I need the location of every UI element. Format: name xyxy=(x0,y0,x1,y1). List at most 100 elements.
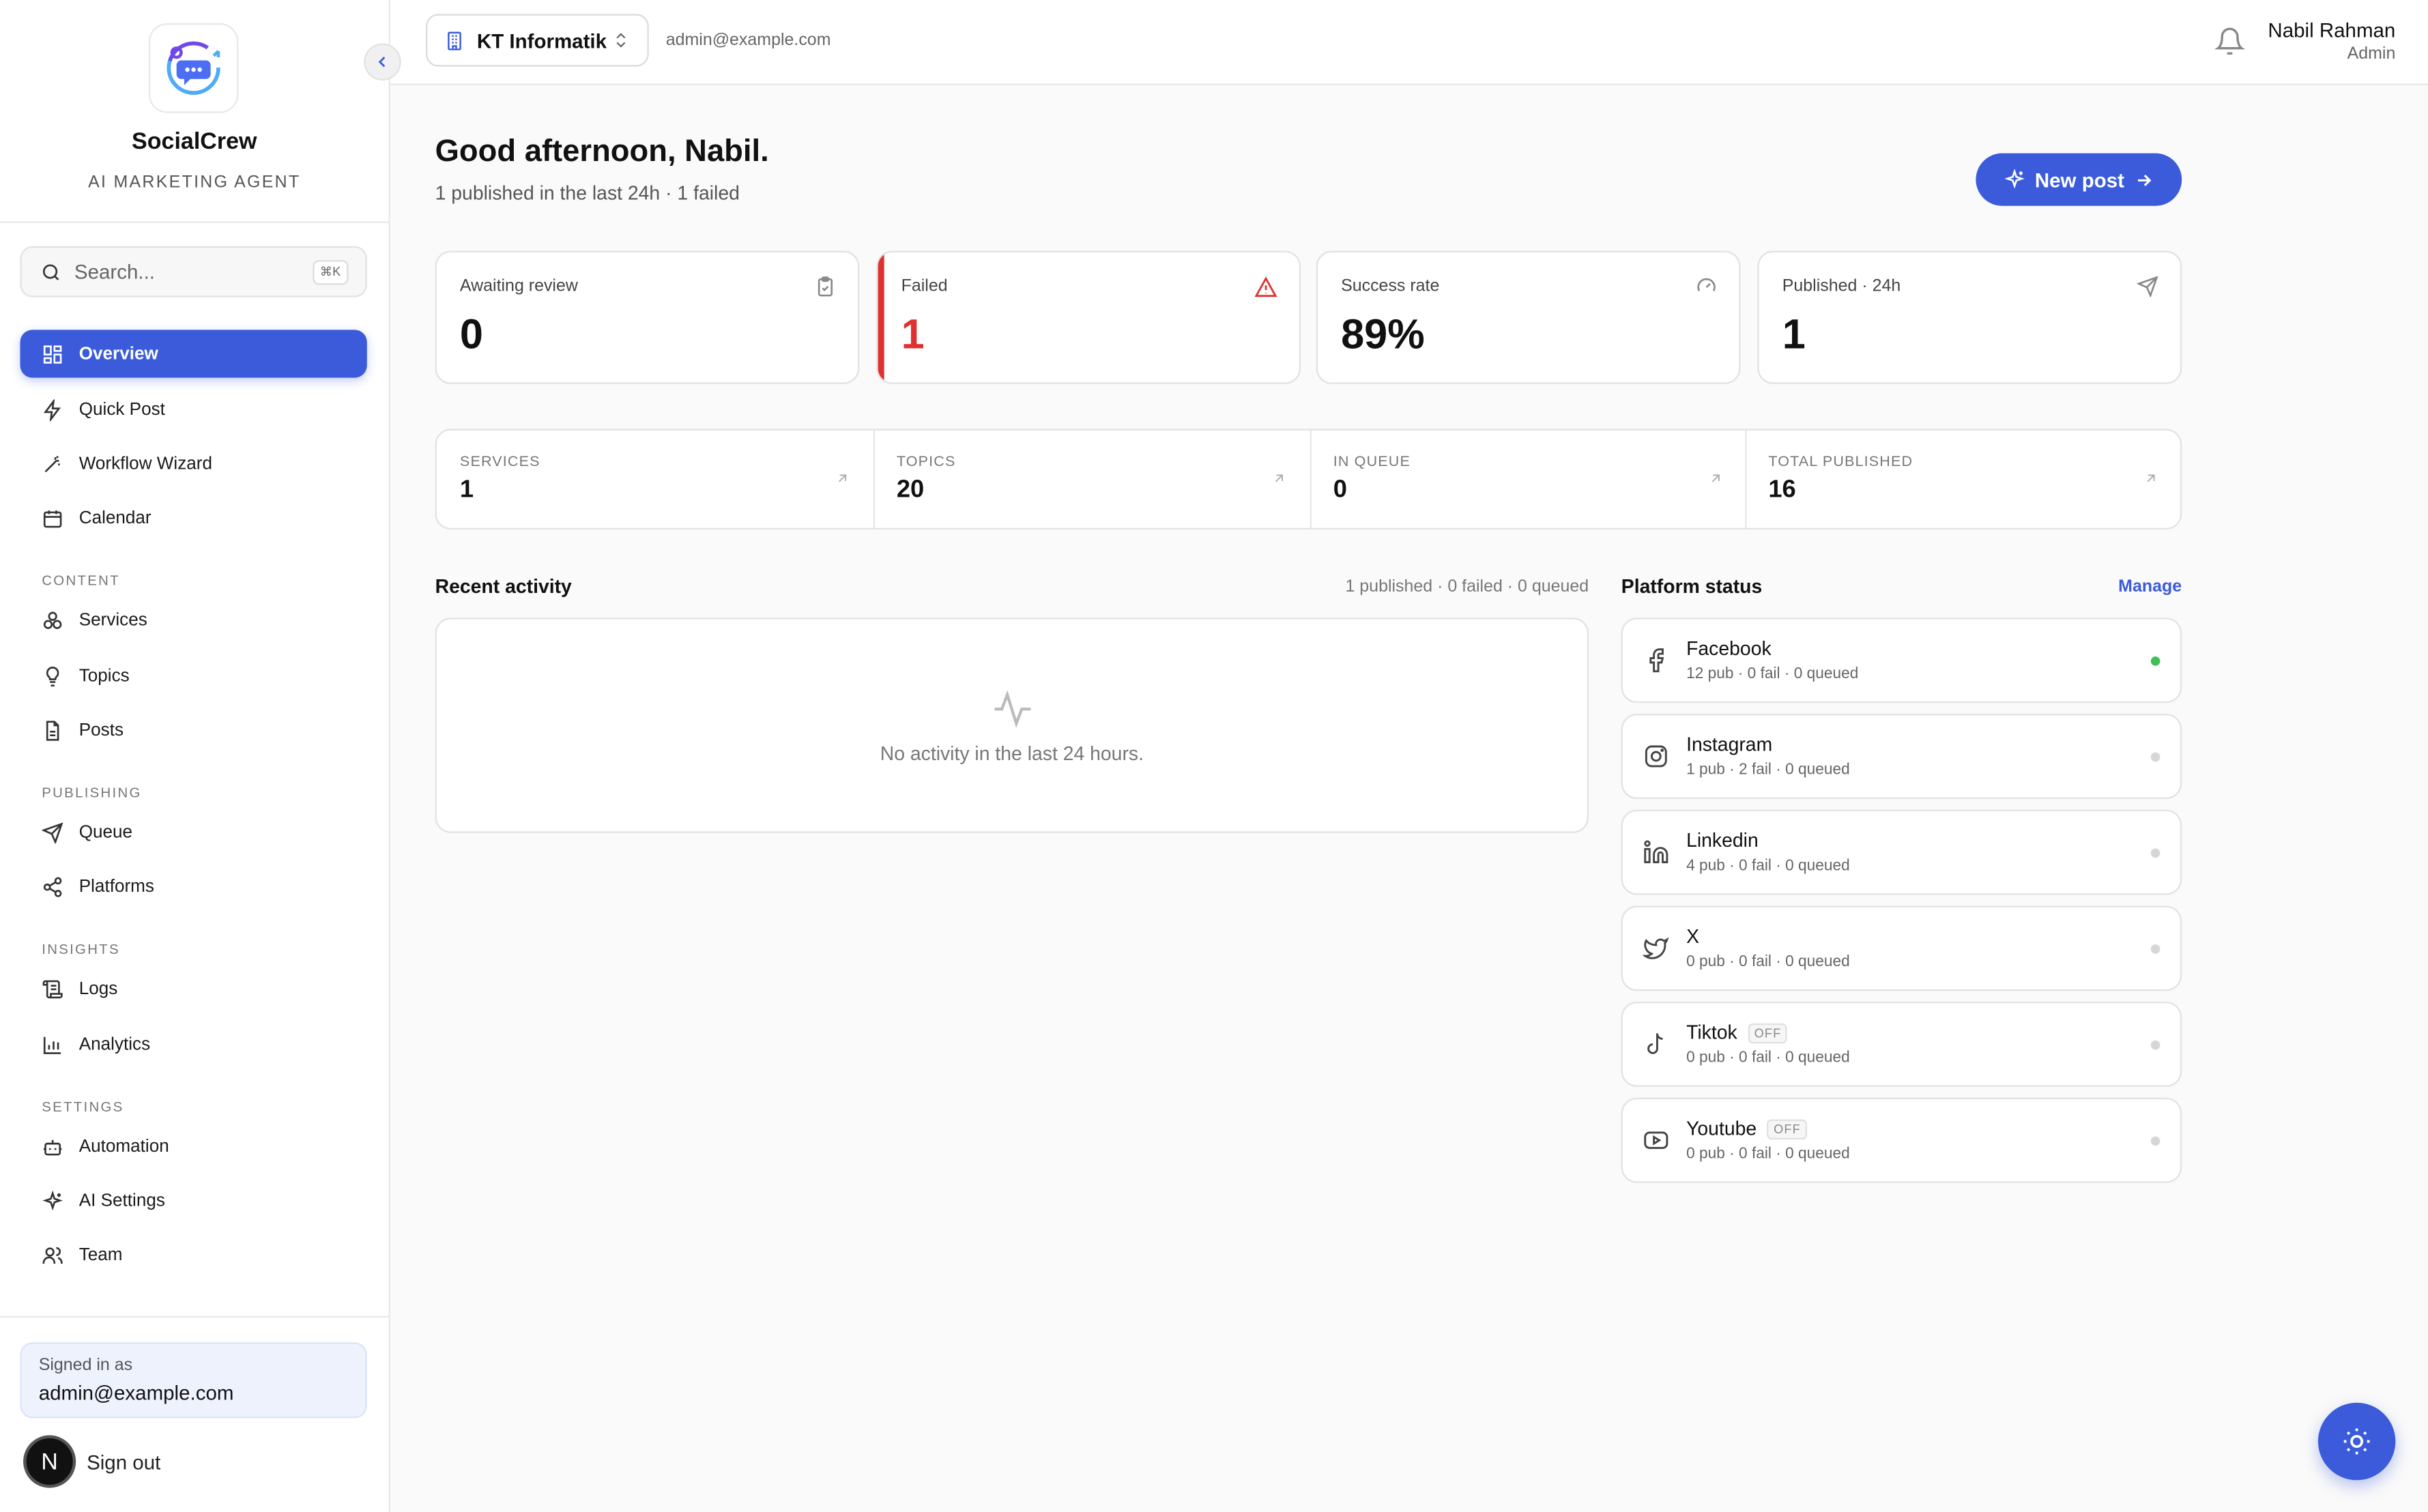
grid-icon xyxy=(43,345,62,363)
status-dot xyxy=(2150,752,2160,762)
new-post-button[interactable]: New post xyxy=(1976,153,2182,206)
platform-row-youtube[interactable]: Youtube OFF 0 pub · 0 fail · 0 queued xyxy=(1621,1097,2182,1183)
sidebar-item-label: Calendar xyxy=(78,508,151,527)
sidebar-item-calendar[interactable]: Calendar xyxy=(20,494,366,542)
user-role: Admin xyxy=(2347,44,2396,64)
sidebar-item-label: Topics xyxy=(78,666,130,686)
counter-value: 16 xyxy=(1768,476,1796,504)
sidebar: SocialCrew AI MARKETING AGENT Search... … xyxy=(0,0,390,1512)
platform-name: Instagram xyxy=(1686,734,1772,756)
sidebar-item-quick-post[interactable]: Quick Post xyxy=(20,386,366,433)
platform-name-text: Youtube xyxy=(1686,1118,1757,1140)
section-title-settings: SETTINGS xyxy=(42,1099,124,1115)
section-title-publishing: PUBLISHING xyxy=(42,785,142,801)
calendar-icon xyxy=(43,510,62,527)
sidebar-item-platforms[interactable]: Platforms xyxy=(20,862,366,910)
stat-value: 0 xyxy=(459,311,484,358)
platform-stats: 4 pub · 0 fail · 0 queued xyxy=(1686,858,1850,875)
platform-stats: 0 pub · 0 fail · 0 queued xyxy=(1686,953,1850,971)
stat-card-failed[interactable]: Failed 1 xyxy=(876,250,1301,384)
manage-link[interactable]: Manage xyxy=(2118,577,2182,596)
bot-icon xyxy=(43,1139,62,1155)
stat-label: Published · 24h xyxy=(1782,277,1901,296)
platform-name-text: Facebook xyxy=(1686,637,1772,660)
sidebar-item-overview[interactable]: Overview xyxy=(20,330,367,378)
stat-card-awaiting-review[interactable]: Awaiting review 0 xyxy=(435,250,860,384)
sidebar-item-posts[interactable]: Posts xyxy=(20,706,366,754)
counters-row: SERVICES 1 TOPICS 20 IN QUEUE 0 TOTAL PU… xyxy=(435,428,2182,530)
sidebar-item-team[interactable]: Team xyxy=(20,1231,366,1279)
sidebar-item-logs[interactable]: Logs xyxy=(20,965,366,1013)
user-name[interactable]: Nabil Rahman xyxy=(2268,18,2395,42)
search-icon xyxy=(42,263,59,280)
activity-pulse-icon xyxy=(994,690,1031,728)
off-badge: OFF xyxy=(1748,1022,1788,1043)
sun-icon xyxy=(2343,1428,2370,1455)
sidebar-item-analytics[interactable]: Analytics xyxy=(20,1020,366,1068)
sidebar-item-ai-settings[interactable]: AI Settings xyxy=(20,1177,366,1225)
status-dot xyxy=(2150,944,2160,954)
theme-toggle-button[interactable] xyxy=(2317,1402,2396,1481)
twitter-icon xyxy=(1643,937,1669,959)
status-dot xyxy=(2150,1040,2160,1050)
sign-out-button[interactable]: N Sign out xyxy=(23,1435,161,1488)
scroll-icon xyxy=(42,979,63,998)
facebook-icon xyxy=(1649,648,1664,673)
arrow-up-right-icon xyxy=(1275,474,1283,482)
sidebar-item-automation[interactable]: Automation xyxy=(20,1122,366,1170)
platform-row-x[interactable]: X 0 pub · 0 fail · 0 queued xyxy=(1621,905,2182,991)
counter-label: TOTAL PUBLISHED xyxy=(1768,453,1913,471)
sidebar-item-label: Logs xyxy=(78,979,118,998)
platform-name-text: Instagram xyxy=(1686,733,1773,756)
collapse-sidebar-button[interactable] xyxy=(364,43,401,81)
top-bar: KT Informatik admin@example.com Nabil Ra… xyxy=(390,0,2428,85)
platform-row-tiktok[interactable]: Tiktok OFF 0 pub · 0 fail · 0 queued xyxy=(1621,1002,2182,1087)
bell-icon[interactable] xyxy=(2214,27,2246,57)
stat-card-success-rate[interactable]: Success rate 89% xyxy=(1316,250,1741,384)
arrow-up-right-icon xyxy=(1711,474,1720,482)
chevron-left-icon xyxy=(378,57,386,68)
platform-name: Tiktok OFF xyxy=(1686,1022,1788,1043)
page-title: Good afternoon, Nabil. xyxy=(435,134,769,169)
sidebar-item-services[interactable]: Services xyxy=(20,596,366,644)
platform-name: Youtube OFF xyxy=(1686,1118,1807,1139)
page-subtitle: 1 published in the last 24h · 1 failed xyxy=(435,182,740,205)
sidebar-item-workflow-wizard[interactable]: Workflow Wizard xyxy=(20,439,366,487)
platform-stats: 12 pub · 0 fail · 0 queued xyxy=(1686,665,1859,683)
sign-out-label: Sign out xyxy=(87,1450,161,1474)
app-logo[interactable] xyxy=(148,23,239,113)
logo-icon xyxy=(167,41,220,95)
platform-name: Linkedin xyxy=(1686,830,1759,852)
platform-name-text: X xyxy=(1686,925,1700,948)
recent-activity-summary: 1 published · 0 failed · 0 queued xyxy=(1345,577,1589,596)
building-icon xyxy=(448,31,461,50)
stat-card-published-24h[interactable]: Published · 24h 1 xyxy=(1757,250,2182,384)
workspace-select[interactable]: KT Informatik xyxy=(426,14,649,67)
sidebar-item-topics[interactable]: Topics xyxy=(20,652,366,699)
search-placeholder: Search... xyxy=(74,260,155,284)
counter-value: 1 xyxy=(459,476,474,504)
counter-topics[interactable]: TOPICS 20 xyxy=(873,431,1310,528)
platform-row-instagram[interactable]: Instagram 1 pub · 2 fail · 0 queued xyxy=(1621,714,2182,799)
bolt-icon xyxy=(43,398,61,421)
counter-total-published[interactable]: TOTAL PUBLISHED 16 xyxy=(1745,431,2182,528)
chevron-updown-icon xyxy=(616,33,626,48)
counter-label: SERVICES xyxy=(459,453,540,471)
linkedin-icon xyxy=(1644,840,1668,864)
platform-row-linkedin[interactable]: Linkedin 4 pub · 0 fail · 0 queued xyxy=(1621,809,2182,895)
counter-in-queue[interactable]: IN QUEUE 0 xyxy=(1310,431,1747,528)
sidebar-item-label: Platforms xyxy=(78,877,154,896)
platform-row-facebook[interactable]: Facebook 12 pub · 0 fail · 0 queued xyxy=(1621,617,2182,703)
services-icon xyxy=(43,611,62,628)
sparkles-icon xyxy=(2004,169,2025,189)
instagram-icon xyxy=(1645,745,1667,768)
counter-label: IN QUEUE xyxy=(1333,453,1411,471)
avatar: N xyxy=(23,1435,76,1488)
empty-state-text: No activity in the last 24 hours. xyxy=(880,743,1144,765)
failed-accent-bar xyxy=(878,252,884,383)
users-icon xyxy=(42,1246,63,1264)
sidebar-item-label: Team xyxy=(78,1245,123,1264)
counter-services[interactable]: SERVICES 1 xyxy=(437,431,873,528)
search-input[interactable]: Search... ⌘K xyxy=(20,246,367,297)
sidebar-item-queue[interactable]: Queue xyxy=(20,808,366,856)
